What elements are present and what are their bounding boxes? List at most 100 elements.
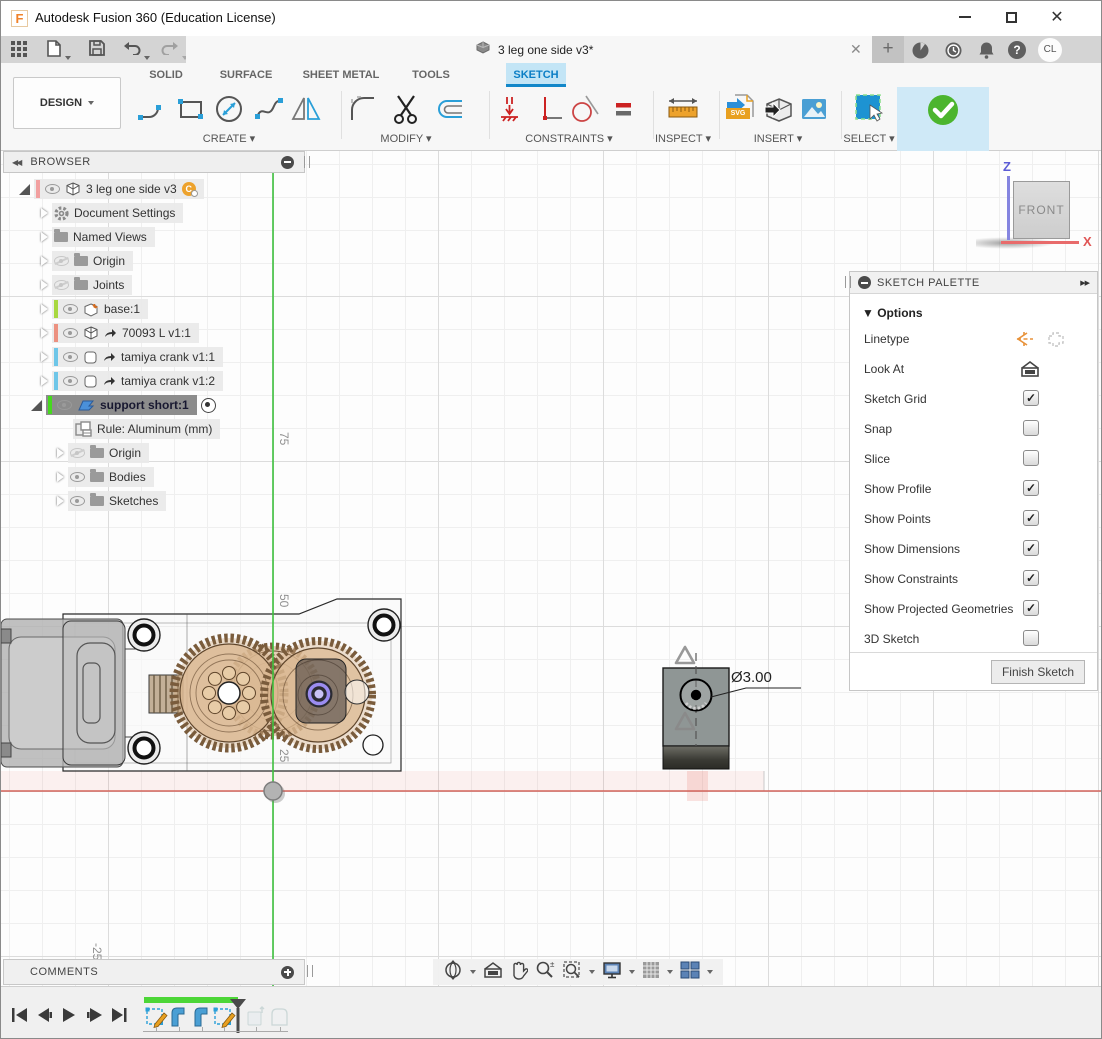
save-icon[interactable] bbox=[89, 40, 105, 61]
insert-canvas-icon[interactable] bbox=[796, 91, 832, 127]
snap-checkbox[interactable] bbox=[1023, 420, 1039, 436]
create-spline-icon[interactable] bbox=[251, 91, 287, 127]
job-status-icon[interactable] bbox=[942, 39, 964, 61]
timeline-step-forward-button[interactable] bbox=[86, 1007, 103, 1028]
tree-label[interactable]: Named Views bbox=[73, 230, 147, 244]
timeline-play-button[interactable] bbox=[61, 1007, 78, 1028]
tree-label[interactable]: Document Settings bbox=[74, 206, 175, 220]
inspect-measure-icon[interactable] bbox=[665, 91, 701, 127]
tree-label[interactable]: 3 leg one side v3 bbox=[86, 182, 177, 196]
fit-icon[interactable] bbox=[562, 960, 582, 985]
avatar[interactable]: CL bbox=[1038, 38, 1062, 62]
collapse-arrow[interactable] bbox=[41, 232, 48, 242]
timeline-feature-suppressed2[interactable] bbox=[268, 1005, 292, 1029]
options-section-header[interactable]: ▼ Options bbox=[850, 294, 1097, 324]
document-tab[interactable]: 3 leg one side v3* bbox=[186, 36, 886, 63]
modify-offset-icon[interactable] bbox=[431, 91, 467, 127]
extensions-icon[interactable] bbox=[909, 39, 931, 61]
tree-row-rule[interactable]: Rule: Aluminum (mm) bbox=[73, 418, 220, 440]
viewports-icon[interactable] bbox=[680, 961, 700, 984]
orbit-caret[interactable] bbox=[470, 970, 476, 974]
create-circle-icon[interactable] bbox=[211, 91, 247, 127]
activate-component-radio[interactable] bbox=[201, 398, 216, 413]
timeline-step-back-button[interactable] bbox=[36, 1007, 53, 1028]
palette-minimize-icon[interactable] bbox=[858, 276, 871, 289]
visibility-eye-icon[interactable] bbox=[54, 256, 69, 266]
comments-bar[interactable]: COMMENTS bbox=[3, 959, 305, 985]
projected-linetype-icon[interactable] bbox=[1045, 329, 1067, 349]
show-projected-checkbox[interactable]: ✓ bbox=[1023, 600, 1039, 616]
collapse-arrow[interactable] bbox=[57, 448, 64, 458]
show-dimensions-checkbox[interactable]: ✓ bbox=[1023, 540, 1039, 556]
close-button[interactable]: ✕ bbox=[1034, 1, 1080, 33]
tree-row-origin[interactable]: Origin bbox=[41, 250, 133, 272]
tree-label[interactable]: tamiya crank v1:1 bbox=[121, 350, 215, 364]
browser-minimize-icon[interactable] bbox=[281, 156, 294, 169]
minimize-button[interactable] bbox=[942, 1, 988, 33]
sketch-grid-checkbox[interactable]: ✓ bbox=[1023, 390, 1039, 406]
timeline-feature-suppressed1[interactable] bbox=[244, 1005, 268, 1029]
workspace-selector[interactable]: DESIGN bbox=[13, 77, 121, 129]
fit-caret[interactable] bbox=[589, 970, 595, 974]
expand-arrow[interactable] bbox=[31, 400, 42, 411]
collapse-arrow[interactable] bbox=[41, 208, 48, 218]
pan-icon[interactable] bbox=[510, 960, 528, 985]
constraint-equal-icon[interactable] bbox=[605, 91, 641, 127]
modify-fillet-icon[interactable] bbox=[345, 91, 381, 127]
select-group-label[interactable]: SELECT ▾ bbox=[843, 132, 894, 145]
create-line-icon[interactable] bbox=[133, 91, 169, 127]
collapse-arrow[interactable] bbox=[41, 304, 48, 314]
tree-row-crank2[interactable]: tamiya crank v1:2 bbox=[41, 370, 223, 392]
tree-label[interactable]: support short:1 bbox=[100, 398, 189, 412]
visibility-eye-icon[interactable] bbox=[63, 352, 78, 362]
collapse-arrow[interactable] bbox=[41, 280, 48, 290]
tree-row-document-settings[interactable]: Document Settings bbox=[41, 202, 183, 224]
tree-row-70093[interactable]: 70093 L v1:1 bbox=[41, 322, 199, 344]
select-icon[interactable] bbox=[851, 91, 887, 127]
tab-sketch[interactable]: SKETCH bbox=[506, 63, 566, 87]
tree-row-origin2[interactable]: Origin bbox=[57, 442, 149, 464]
undo-icon[interactable] bbox=[123, 41, 141, 60]
tree-row-crank1[interactable]: tamiya crank v1:1 bbox=[41, 346, 223, 368]
constraints-group-label[interactable]: CONSTRAINTS ▾ bbox=[525, 132, 612, 145]
tree-label[interactable]: 70093 L v1:1 bbox=[122, 326, 191, 340]
palette-drag-handle[interactable] bbox=[845, 276, 851, 288]
constraint-tangent-icon[interactable] bbox=[567, 91, 603, 127]
help-icon[interactable]: ? bbox=[1006, 39, 1028, 61]
timeline-ruler[interactable] bbox=[143, 1031, 288, 1032]
tree-label[interactable]: Joints bbox=[93, 278, 124, 292]
visibility-eye-icon[interactable] bbox=[63, 328, 78, 338]
inspect-group-label[interactable]: INSPECT ▾ bbox=[655, 132, 711, 145]
collapse-arrow[interactable] bbox=[41, 352, 48, 362]
collapse-arrow[interactable] bbox=[57, 496, 64, 506]
finish-sketch-button[interactable]: FINISH SKETCH ▾ bbox=[897, 87, 989, 151]
tree-label[interactable]: tamiya crank v1:2 bbox=[121, 374, 215, 388]
browser-collapse-icon[interactable]: ◀◀ bbox=[12, 158, 20, 167]
tree-label[interactable]: Bodies bbox=[109, 470, 146, 484]
visibility-eye-icon[interactable] bbox=[63, 304, 78, 314]
model-canvas[interactable]: 75 50 25 -25 Ø3.00 FRONT Z X ◀◀ BROWSER bbox=[1, 151, 1102, 986]
modify-group-label[interactable]: MODIFY ▾ bbox=[380, 132, 431, 145]
tree-label[interactable]: base:1 bbox=[104, 302, 140, 316]
tab-surface[interactable]: SURFACE bbox=[206, 63, 286, 87]
tree-row-bodies[interactable]: Bodies bbox=[57, 466, 154, 488]
tree-label[interactable]: Rule: Aluminum (mm) bbox=[97, 422, 212, 436]
construction-linetype-icon[interactable] bbox=[1013, 329, 1035, 349]
tree-label[interactable]: Origin bbox=[93, 254, 125, 268]
timeline-feature-sketch1[interactable] bbox=[144, 1005, 168, 1029]
display-settings-caret[interactable] bbox=[629, 970, 635, 974]
constraint-coincident-icon[interactable] bbox=[495, 91, 531, 127]
display-settings-icon[interactable] bbox=[602, 961, 622, 984]
timeline-go-to-end-button[interactable] bbox=[111, 1007, 128, 1028]
tab-sheet-metal[interactable]: SHEET METAL bbox=[296, 63, 386, 87]
show-constraints-checkbox[interactable]: ✓ bbox=[1023, 570, 1039, 586]
slice-checkbox[interactable] bbox=[1023, 450, 1039, 466]
visibility-eye-icon[interactable] bbox=[63, 376, 78, 386]
look-at-icon[interactable] bbox=[1019, 360, 1041, 378]
in-the-cloud-badge[interactable]: C bbox=[182, 182, 196, 196]
insert-svg-icon[interactable]: SVG bbox=[723, 91, 759, 127]
grid-snap-icon[interactable] bbox=[642, 961, 660, 984]
tree-row-support-short[interactable]: support short:1 bbox=[31, 394, 216, 416]
insert-mesh-icon[interactable] bbox=[761, 91, 797, 127]
orbit-icon[interactable] bbox=[443, 960, 463, 985]
